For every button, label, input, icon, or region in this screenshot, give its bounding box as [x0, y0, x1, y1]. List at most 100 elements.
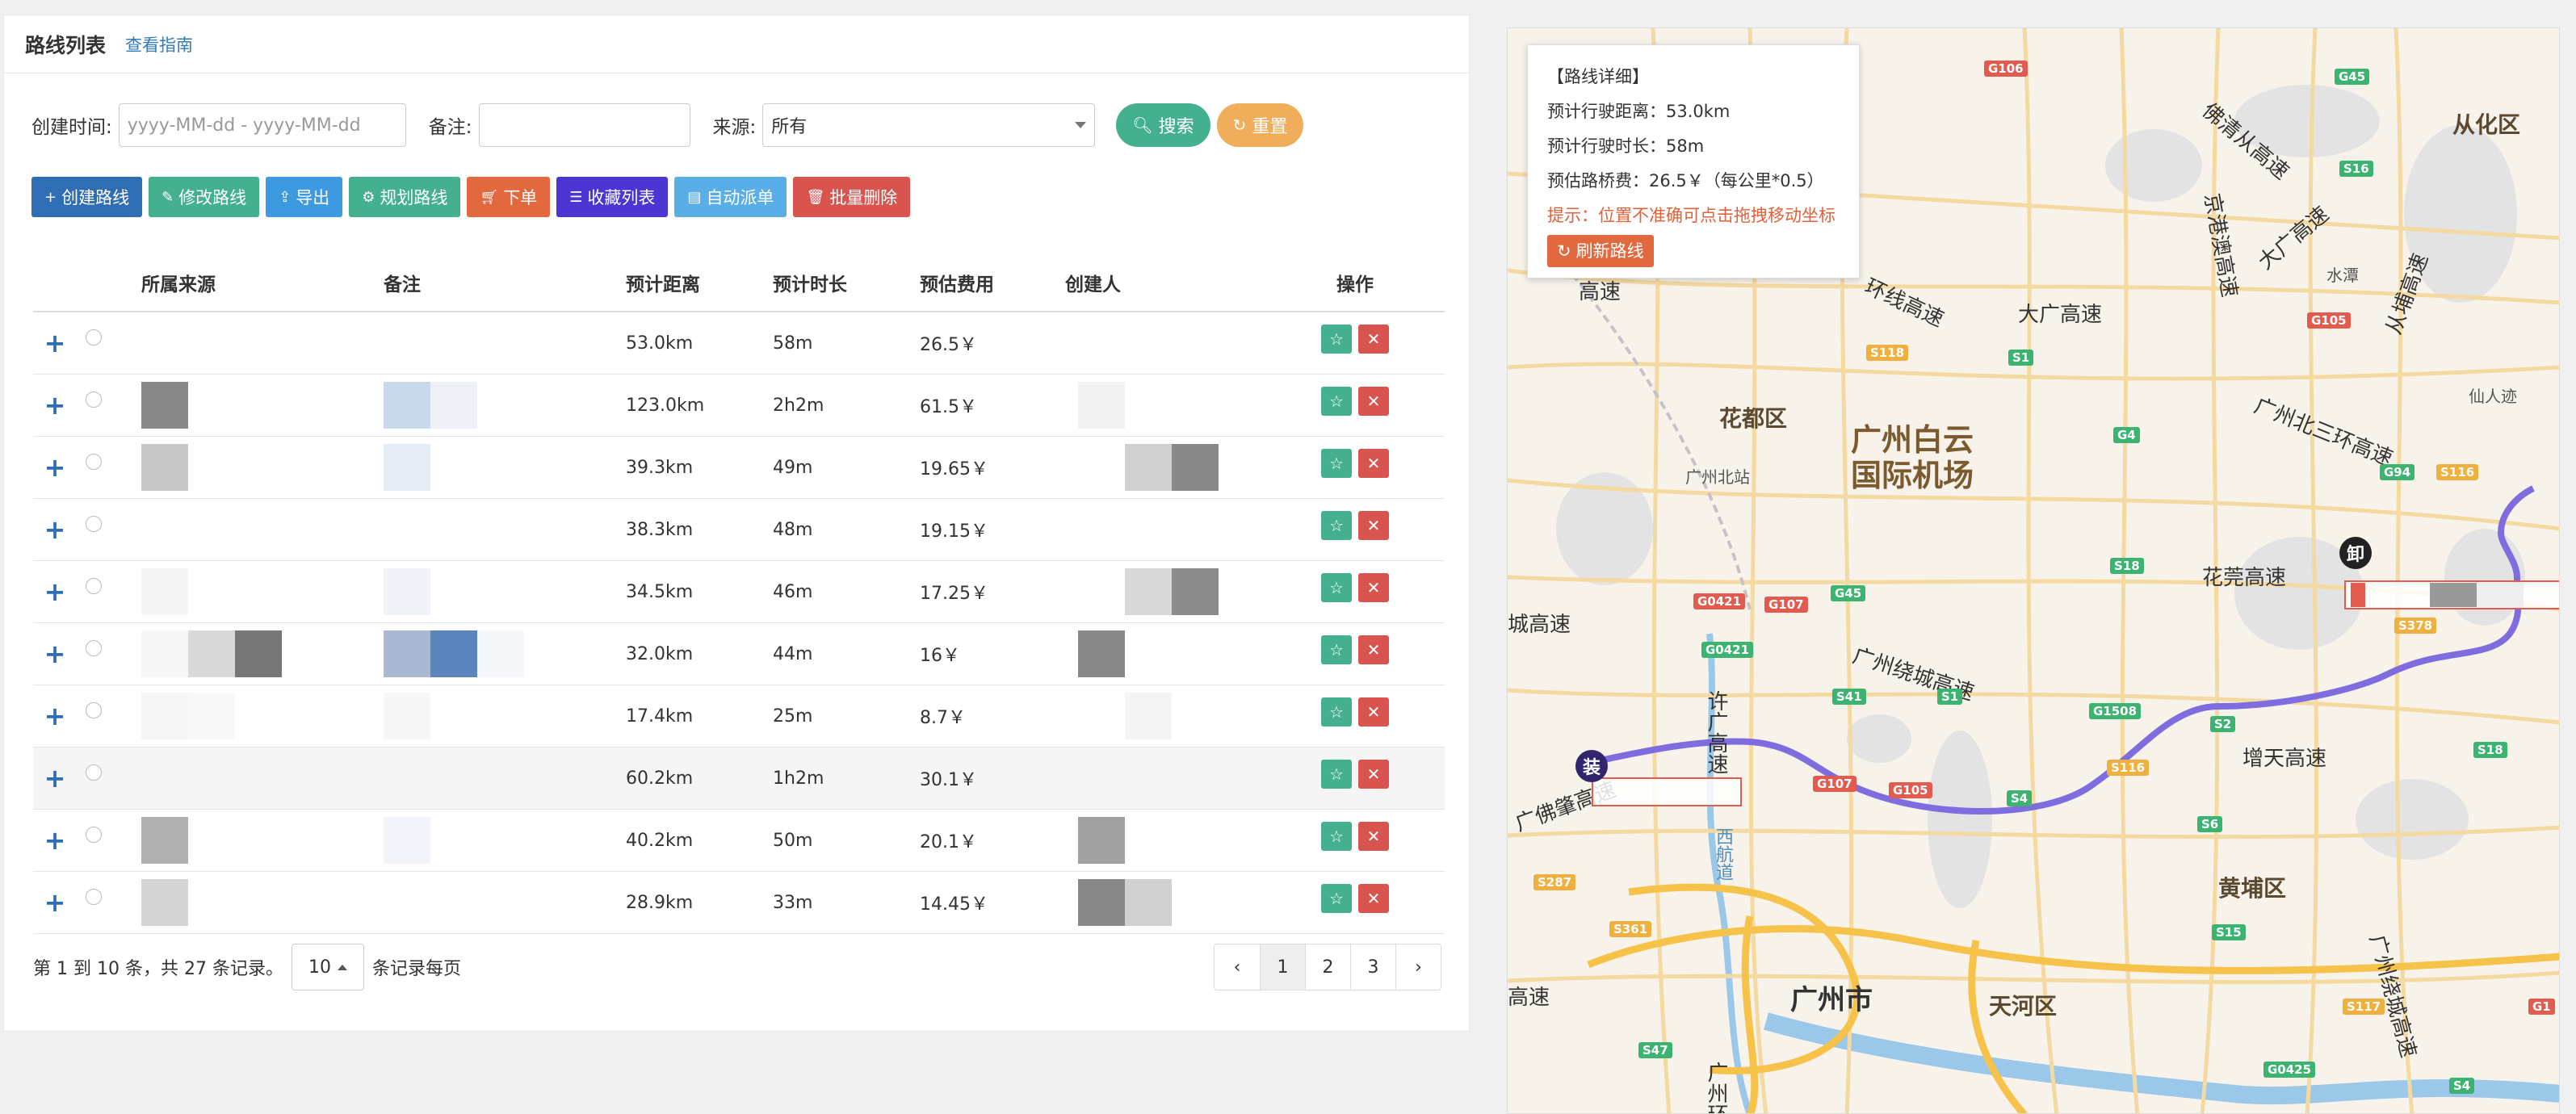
toolbar-button-plus[interactable]: + 创建路线	[31, 177, 143, 217]
favorite-star-icon[interactable]: ☆	[1321, 573, 1352, 602]
cell-fee: 14.45￥	[920, 894, 988, 915]
favorite-star-icon[interactable]: ☆	[1321, 635, 1352, 664]
table-row[interactable]: + 34.5km 46m 17.25￥ ☆ ✕	[33, 561, 1445, 623]
delete-x-icon[interactable]: ✕	[1358, 325, 1389, 354]
row-select-radio[interactable]	[86, 392, 102, 408]
delete-x-icon[interactable]: ✕	[1358, 449, 1389, 478]
table-row[interactable]: + 38.3km 48m 19.15￥ ☆ ✕	[33, 499, 1445, 561]
unload-marker[interactable]: 卸	[2339, 537, 2372, 569]
toolbar-button-cogs[interactable]: ⚙ 规划路线	[349, 177, 461, 217]
cell-fee: 20.1￥	[920, 832, 977, 852]
refresh-route-button[interactable]: ↻ 刷新路线	[1547, 235, 1654, 267]
row-select-radio[interactable]	[86, 764, 102, 781]
favorite-star-icon[interactable]: ☆	[1321, 449, 1352, 478]
redacted-block	[1078, 630, 1125, 677]
date-range-input[interactable]: yyyy-MM-dd - yyyy-MM-dd	[118, 103, 406, 147]
delete-x-icon[interactable]: ✕	[1358, 697, 1389, 727]
delete-x-icon[interactable]: ✕	[1358, 884, 1389, 913]
cell-distance: 60.2km	[626, 768, 694, 789]
col-source: 所属来源	[141, 274, 216, 295]
expand-plus-icon[interactable]: +	[33, 390, 77, 421]
expand-plus-icon[interactable]: +	[33, 328, 77, 358]
source-select[interactable]: 所有	[762, 103, 1096, 147]
expand-plus-icon[interactable]: +	[33, 701, 77, 731]
redacted-block	[477, 630, 524, 677]
favorite-star-icon[interactable]: ☆	[1321, 822, 1352, 851]
page-size-value: 10	[308, 957, 331, 978]
favorite-star-icon[interactable]: ☆	[1321, 760, 1352, 789]
delete-x-icon[interactable]: ✕	[1358, 387, 1389, 416]
table-row[interactable]: + 28.9km 33m 14.45￥ ☆ ✕	[33, 872, 1445, 934]
delete-x-icon[interactable]: ✕	[1358, 822, 1389, 851]
toolbar-button-trash[interactable]: 🗑︎ 批量删除	[793, 177, 911, 217]
redacted-block	[1172, 444, 1219, 491]
cell-fee: 26.5￥	[920, 335, 977, 355]
page-size-select[interactable]: 10	[291, 944, 364, 990]
reset-button[interactable]: ↻ 重置	[1216, 103, 1304, 147]
favorite-star-icon[interactable]: ☆	[1321, 884, 1352, 913]
delete-x-icon[interactable]: ✕	[1358, 511, 1389, 540]
page-3-button[interactable]: 3	[1350, 944, 1395, 990]
table-row[interactable]: + 53.0km 58m 26.5￥ ☆ ✕	[33, 312, 1445, 375]
expand-plus-icon[interactable]: +	[33, 825, 77, 856]
unload-location-box[interactable]	[2344, 580, 2559, 609]
per-page-label: 条记录每页	[371, 959, 461, 979]
route-map[interactable]: 广州白云 国际机场 花都区 广州北站 从化区 广州市 天河区 黄埔区 大广高速 …	[1507, 27, 2560, 1114]
expand-plus-icon[interactable]: +	[33, 452, 77, 483]
cell-distance: 28.9km	[626, 892, 694, 913]
guide-link[interactable]: 查看指南	[125, 32, 193, 57]
row-select-radio[interactable]	[86, 329, 102, 346]
row-select-radio[interactable]	[86, 640, 102, 656]
favorite-star-icon[interactable]: ☆	[1321, 511, 1352, 540]
table-row[interactable]: + 39.3km 49m 19.65￥ ☆ ✕	[33, 437, 1445, 499]
row-select-radio[interactable]	[86, 516, 102, 532]
table-row[interactable]: + 123.0km 2h2m 61.5￥ ☆ ✕	[33, 375, 1445, 437]
page-1-button[interactable]: 1	[1260, 944, 1305, 990]
table-row[interactable]: + 32.0km 44m 16￥ ☆ ✕	[33, 623, 1445, 685]
toolbar-button-cart[interactable]: 🛒︎ 下单	[467, 177, 551, 217]
next-page-button[interactable]: ›	[1395, 944, 1441, 990]
cell-distance: 40.2km	[626, 830, 694, 851]
cell-duration: 1h2m	[773, 768, 824, 789]
cell-fee: 61.5￥	[920, 397, 977, 417]
redacted-block	[141, 444, 188, 491]
delete-x-icon[interactable]: ✕	[1358, 635, 1389, 664]
row-select-radio[interactable]	[86, 702, 102, 718]
toolbar-button-list[interactable]: ☰ 收藏列表	[556, 177, 669, 217]
table-row[interactable]: + 17.4km 25m 8.7￥ ☆ ✕	[33, 685, 1445, 748]
table-row[interactable]: + 60.2km 1h2m 30.1￥ ☆ ✕	[33, 748, 1445, 810]
redacted-block	[384, 817, 430, 864]
row-select-radio[interactable]	[86, 578, 102, 594]
expand-plus-icon[interactable]: +	[33, 887, 77, 918]
table-row[interactable]: + 40.2km 50m 20.1￥ ☆ ✕	[33, 810, 1445, 872]
expand-plus-icon[interactable]: +	[33, 576, 77, 607]
col-fee: 预估费用	[920, 274, 994, 295]
redacted-block	[384, 568, 430, 615]
delete-x-icon[interactable]: ✕	[1358, 573, 1389, 602]
row-select-radio[interactable]	[86, 454, 102, 470]
search-button[interactable]: 🔍︎ 搜索	[1116, 103, 1210, 147]
remark-input[interactable]	[478, 103, 690, 147]
toolbar-button-edit[interactable]: ✎ 修改路线	[149, 177, 260, 217]
toolbar-button-export[interactable]: ⇪ 导出	[266, 177, 343, 217]
page-2-button[interactable]: 2	[1305, 944, 1350, 990]
favorite-star-icon[interactable]: ☆	[1321, 697, 1352, 727]
toolbar-button-dispatch[interactable]: ▤ 自动派单	[674, 177, 787, 217]
expand-plus-icon[interactable]: +	[33, 639, 77, 669]
cell-distance: 53.0km	[626, 333, 694, 354]
row-select-radio[interactable]	[86, 889, 102, 905]
favorite-star-icon[interactable]: ☆	[1321, 387, 1352, 416]
expand-plus-icon[interactable]: +	[33, 763, 77, 794]
favorite-star-icon[interactable]: ☆	[1321, 325, 1352, 354]
date-range-placeholder: yyyy-MM-dd - yyyy-MM-dd	[127, 115, 361, 136]
delete-x-icon[interactable]: ✕	[1358, 760, 1389, 789]
load-marker[interactable]: 装	[1575, 750, 1608, 782]
expand-plus-icon[interactable]: +	[33, 514, 77, 545]
prev-page-button[interactable]: ‹	[1215, 944, 1260, 990]
row-select-radio[interactable]	[86, 827, 102, 843]
filter-bar: 创建时间: yyyy-MM-dd - yyyy-MM-dd 备注: 来源: 所有…	[31, 103, 1304, 148]
load-location-box[interactable]	[1592, 777, 1742, 806]
cell-actions: ☆ ✕	[1265, 573, 1445, 602]
table-body: + 53.0km 58m 26.5￥ ☆ ✕ + 123.0km 2h2m 61…	[33, 312, 1445, 934]
map-label-guangzhou: 广州市	[1790, 984, 1873, 1016]
